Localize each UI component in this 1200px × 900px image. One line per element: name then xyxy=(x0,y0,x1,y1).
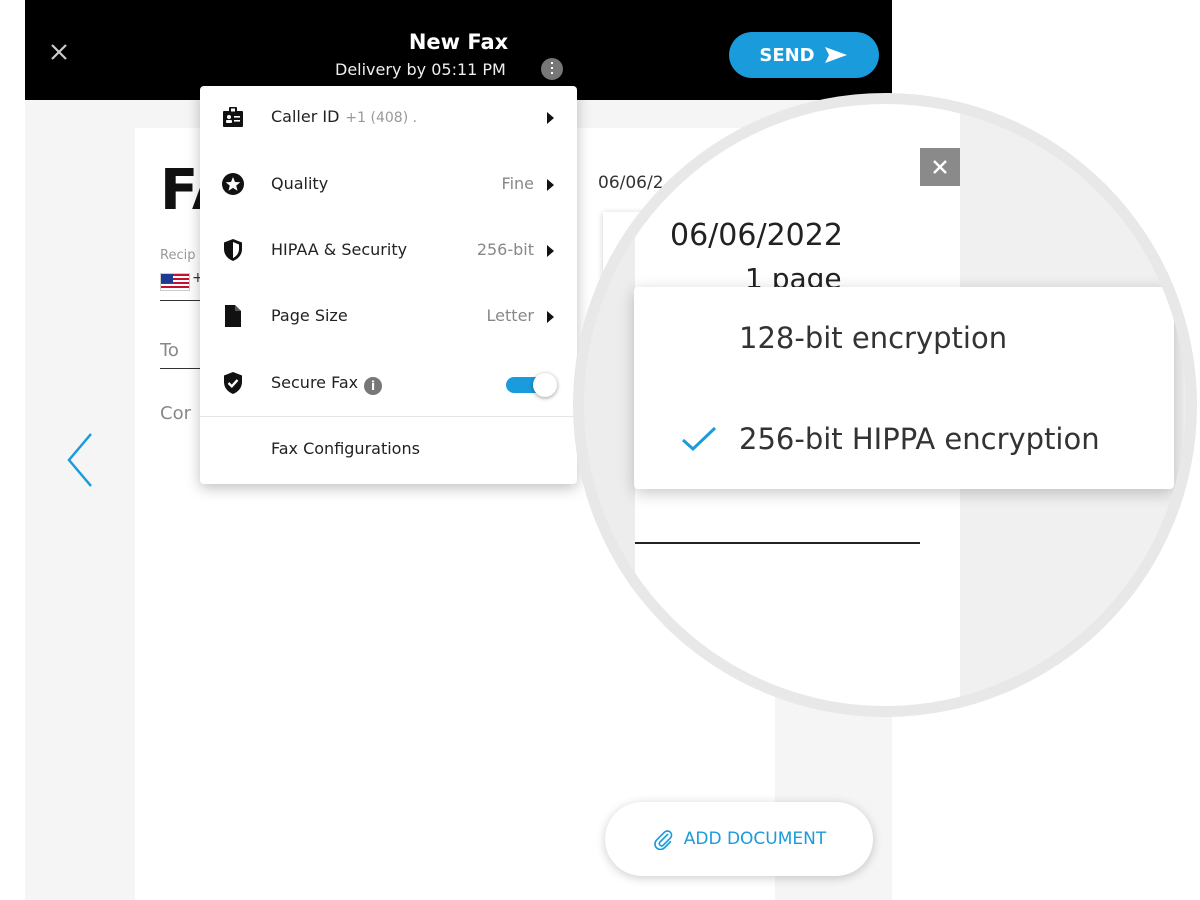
comment-field[interactable]: Cor xyxy=(160,403,191,424)
menu-label: Quality xyxy=(271,174,329,193)
more-options-icon[interactable] xyxy=(541,58,563,80)
add-document-label: ADD DOCUMENT xyxy=(683,829,827,849)
menu-divider xyxy=(200,416,577,417)
menu-label: Page Size xyxy=(271,306,348,325)
page-size-value: Letter xyxy=(486,306,534,325)
menu-item-hipaa-security[interactable]: HIPAA & Security 256-bit xyxy=(200,225,577,275)
id-badge-icon xyxy=(223,107,243,127)
paperclip-icon xyxy=(653,830,673,850)
send-button[interactable]: SEND xyxy=(729,32,879,78)
chevron-left-icon[interactable] xyxy=(65,430,97,490)
menu-label: Fax Configurations xyxy=(271,439,420,458)
caret-right-icon xyxy=(547,311,554,323)
info-icon[interactable]: i xyxy=(364,377,383,395)
us-flag-icon[interactable] xyxy=(160,273,190,291)
options-menu: Caller ID +1 (408) . Quality Fine HIPAA &… xyxy=(200,86,577,484)
send-label: SEND xyxy=(759,44,815,66)
menu-label: Secure Fax xyxy=(271,373,359,392)
toggle-knob xyxy=(533,373,557,397)
send-icon xyxy=(824,47,847,63)
secure-fax-toggle[interactable] xyxy=(506,373,557,397)
security-value: 256-bit xyxy=(476,240,534,259)
menu-label: HIPAA & Security xyxy=(271,240,408,259)
add-document-button[interactable]: ADD DOCUMENT xyxy=(605,802,873,876)
menu-item-page-size[interactable]: Page Size Letter xyxy=(200,291,577,341)
magnified-date: 06/06/2022 xyxy=(670,218,843,253)
shield-check-icon xyxy=(224,372,242,394)
option-128-bit[interactable]: 128-bit encryption xyxy=(739,321,1007,355)
menu-item-fax-configurations[interactable]: Fax Configurations xyxy=(200,424,577,474)
recipient-label: Recip xyxy=(160,248,196,263)
menu-item-caller-id[interactable]: Caller ID +1 (408) . xyxy=(200,92,577,142)
caret-right-icon xyxy=(547,245,554,257)
menu-item-quality[interactable]: Quality Fine xyxy=(200,159,577,209)
caret-right-icon xyxy=(547,179,554,191)
magnifier-callout: 06/06/2022 1 page 128-bit encryption 256… xyxy=(574,94,1196,716)
caller-id-number: +1 (408) . xyxy=(345,110,418,126)
delivery-time: Delivery by 05:11 PM xyxy=(335,60,506,79)
menu-label: Caller ID xyxy=(271,107,340,126)
shield-icon xyxy=(224,239,242,261)
quality-value: Fine xyxy=(501,174,534,193)
close-icon[interactable] xyxy=(920,148,960,186)
option-256-bit[interactable]: 256-bit HIPPA encryption xyxy=(739,422,1100,456)
to-field[interactable]: To xyxy=(160,340,179,361)
file-icon xyxy=(225,305,241,327)
top-bar: New Fax Delivery by 05:11 PM SEND xyxy=(25,0,892,100)
encryption-dropdown: 128-bit encryption 256-bit HIPPA encrypt… xyxy=(634,287,1174,489)
star-icon xyxy=(222,173,244,195)
magnified-underline xyxy=(635,542,920,544)
caret-right-icon xyxy=(547,112,554,124)
checkmark-icon xyxy=(681,426,717,452)
